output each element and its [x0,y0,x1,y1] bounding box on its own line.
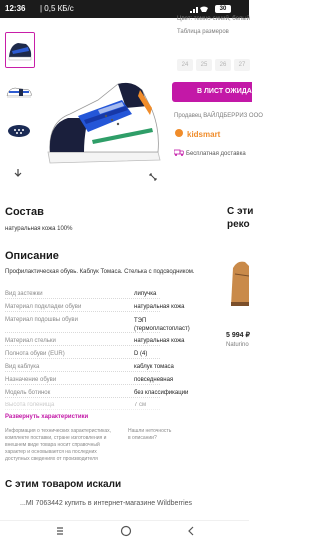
add-to-waitlist-button[interactable]: В ЛИСТ ОЖИДАНИЯ [172,82,267,102]
characteristic-value: D (4) [134,351,148,357]
divider [5,358,160,359]
disclaimer-text: Информация о технических характеристиках… [5,428,112,462]
characteristic-row: Вид каблука каблук томаса [5,362,174,374]
characteristic-value: каблук томаса [134,364,174,370]
description-text: Профилактическая обувь. Каблук Томаса. С… [5,269,195,275]
size-table-link[interactable]: Таблица размеров [177,29,229,35]
seller-label: Продавец ВАЙЛДБЕРРИЗ ООО [174,113,263,119]
status-network-speed: | 0,5 КБ/с [40,4,74,13]
characteristic-key: Высота голенища [5,402,55,408]
characteristic-key: Полнота обуви (EUR) [5,351,65,357]
composition-text: натуральная кожа 100% [5,226,73,232]
url-text[interactable]: ...MI 7063442 купить в интернет-магазине… [20,500,192,507]
characteristic-value: 7 см [134,402,147,408]
divider [5,371,160,372]
thumbnail-2[interactable] [5,80,33,106]
bottom-nav [0,520,249,541]
recommend-title-2: реко [227,219,250,230]
menu-icon[interactable] [55,526,65,536]
characteristic-row: Материал подошвы обуви ТЭП (термопластоп… [5,315,190,335]
characteristic-value: липучка [134,291,157,297]
url-bar: ...MI 7063442 купить в интернет-магазине… [0,495,249,515]
characteristic-key: Материал стельки [5,338,56,344]
characteristic-key: Вид застежки [5,291,43,297]
characteristic-key: Модель ботинок [5,390,51,396]
characteristic-row: Высота голенища 7 см [5,400,160,412]
battery-icon: 30 [215,5,231,13]
expand-characteristics-link[interactable]: Развернуть характеристики [5,414,88,420]
size-option[interactable]: 26 [215,59,231,71]
size-option[interactable]: 24 [177,59,193,71]
characteristic-key: Вид каблука [5,364,40,370]
brand-logo[interactable]: kidsmart [187,130,220,139]
characteristic-key: Материал подошвы обуви [5,317,78,323]
free-delivery-label: Бесплатная доставка [186,151,246,157]
divider [5,409,160,410]
status-time: 12:36 [5,4,26,13]
characteristic-row: Материал стельки натуральная кожа [5,336,184,348]
recommend-product-image[interactable] [227,240,249,310]
composition-title: Состав [5,206,44,218]
chevron-down-icon[interactable] [13,168,23,178]
size-option[interactable]: 25 [196,59,212,71]
divider [5,298,160,299]
characteristic-value: натуральная кожа [134,304,185,310]
characteristic-key: Материал подкладки обуви [5,304,82,310]
thumbnail-3[interactable] [5,120,33,142]
recommend-title-1: С эти [227,206,254,217]
characteristic-row: Материал подкладки обуви натуральная кож… [5,302,184,314]
characteristic-row: Полнота обуви (EUR) D (4) [5,349,160,361]
signal-wifi-icon [190,6,208,13]
expand-icon[interactable] [148,172,158,182]
characteristic-row: Назначение обуви повседневная [5,375,173,387]
delivery-icon [174,149,184,156]
home-icon[interactable] [120,525,132,537]
characteristic-value: повседневная [134,377,174,383]
back-icon[interactable] [186,526,196,536]
size-option[interactable]: 27 [234,59,250,71]
recommend-brand: Naturino [226,342,249,348]
product-main-image[interactable] [40,60,165,180]
divider [5,384,160,385]
characteristic-value: натуральная кожа [134,338,185,344]
description-title: Описание [5,250,59,262]
brand-icon [175,129,183,137]
characteristic-row: Вид застежки липучка [5,289,160,301]
divider [5,397,160,398]
characteristic-value: ТЭП (термопластопласт) [134,318,190,332]
recommend-price: 5 994 ₽ [226,332,250,339]
characteristic-key: Назначение обуви [5,377,57,383]
also-searched-title: С этим товаром искали [5,479,122,490]
characteristic-value: без классификации [134,390,189,396]
characteristic-row: Модель ботинок без классификации [5,388,188,400]
divider [5,311,160,312]
divider [5,345,160,346]
report-inaccuracy-link[interactable]: Нашли неточность в описании? [128,428,172,442]
color-label: Цвет: темно-синий, белый [177,16,250,22]
thumbnail-1[interactable] [5,32,35,68]
